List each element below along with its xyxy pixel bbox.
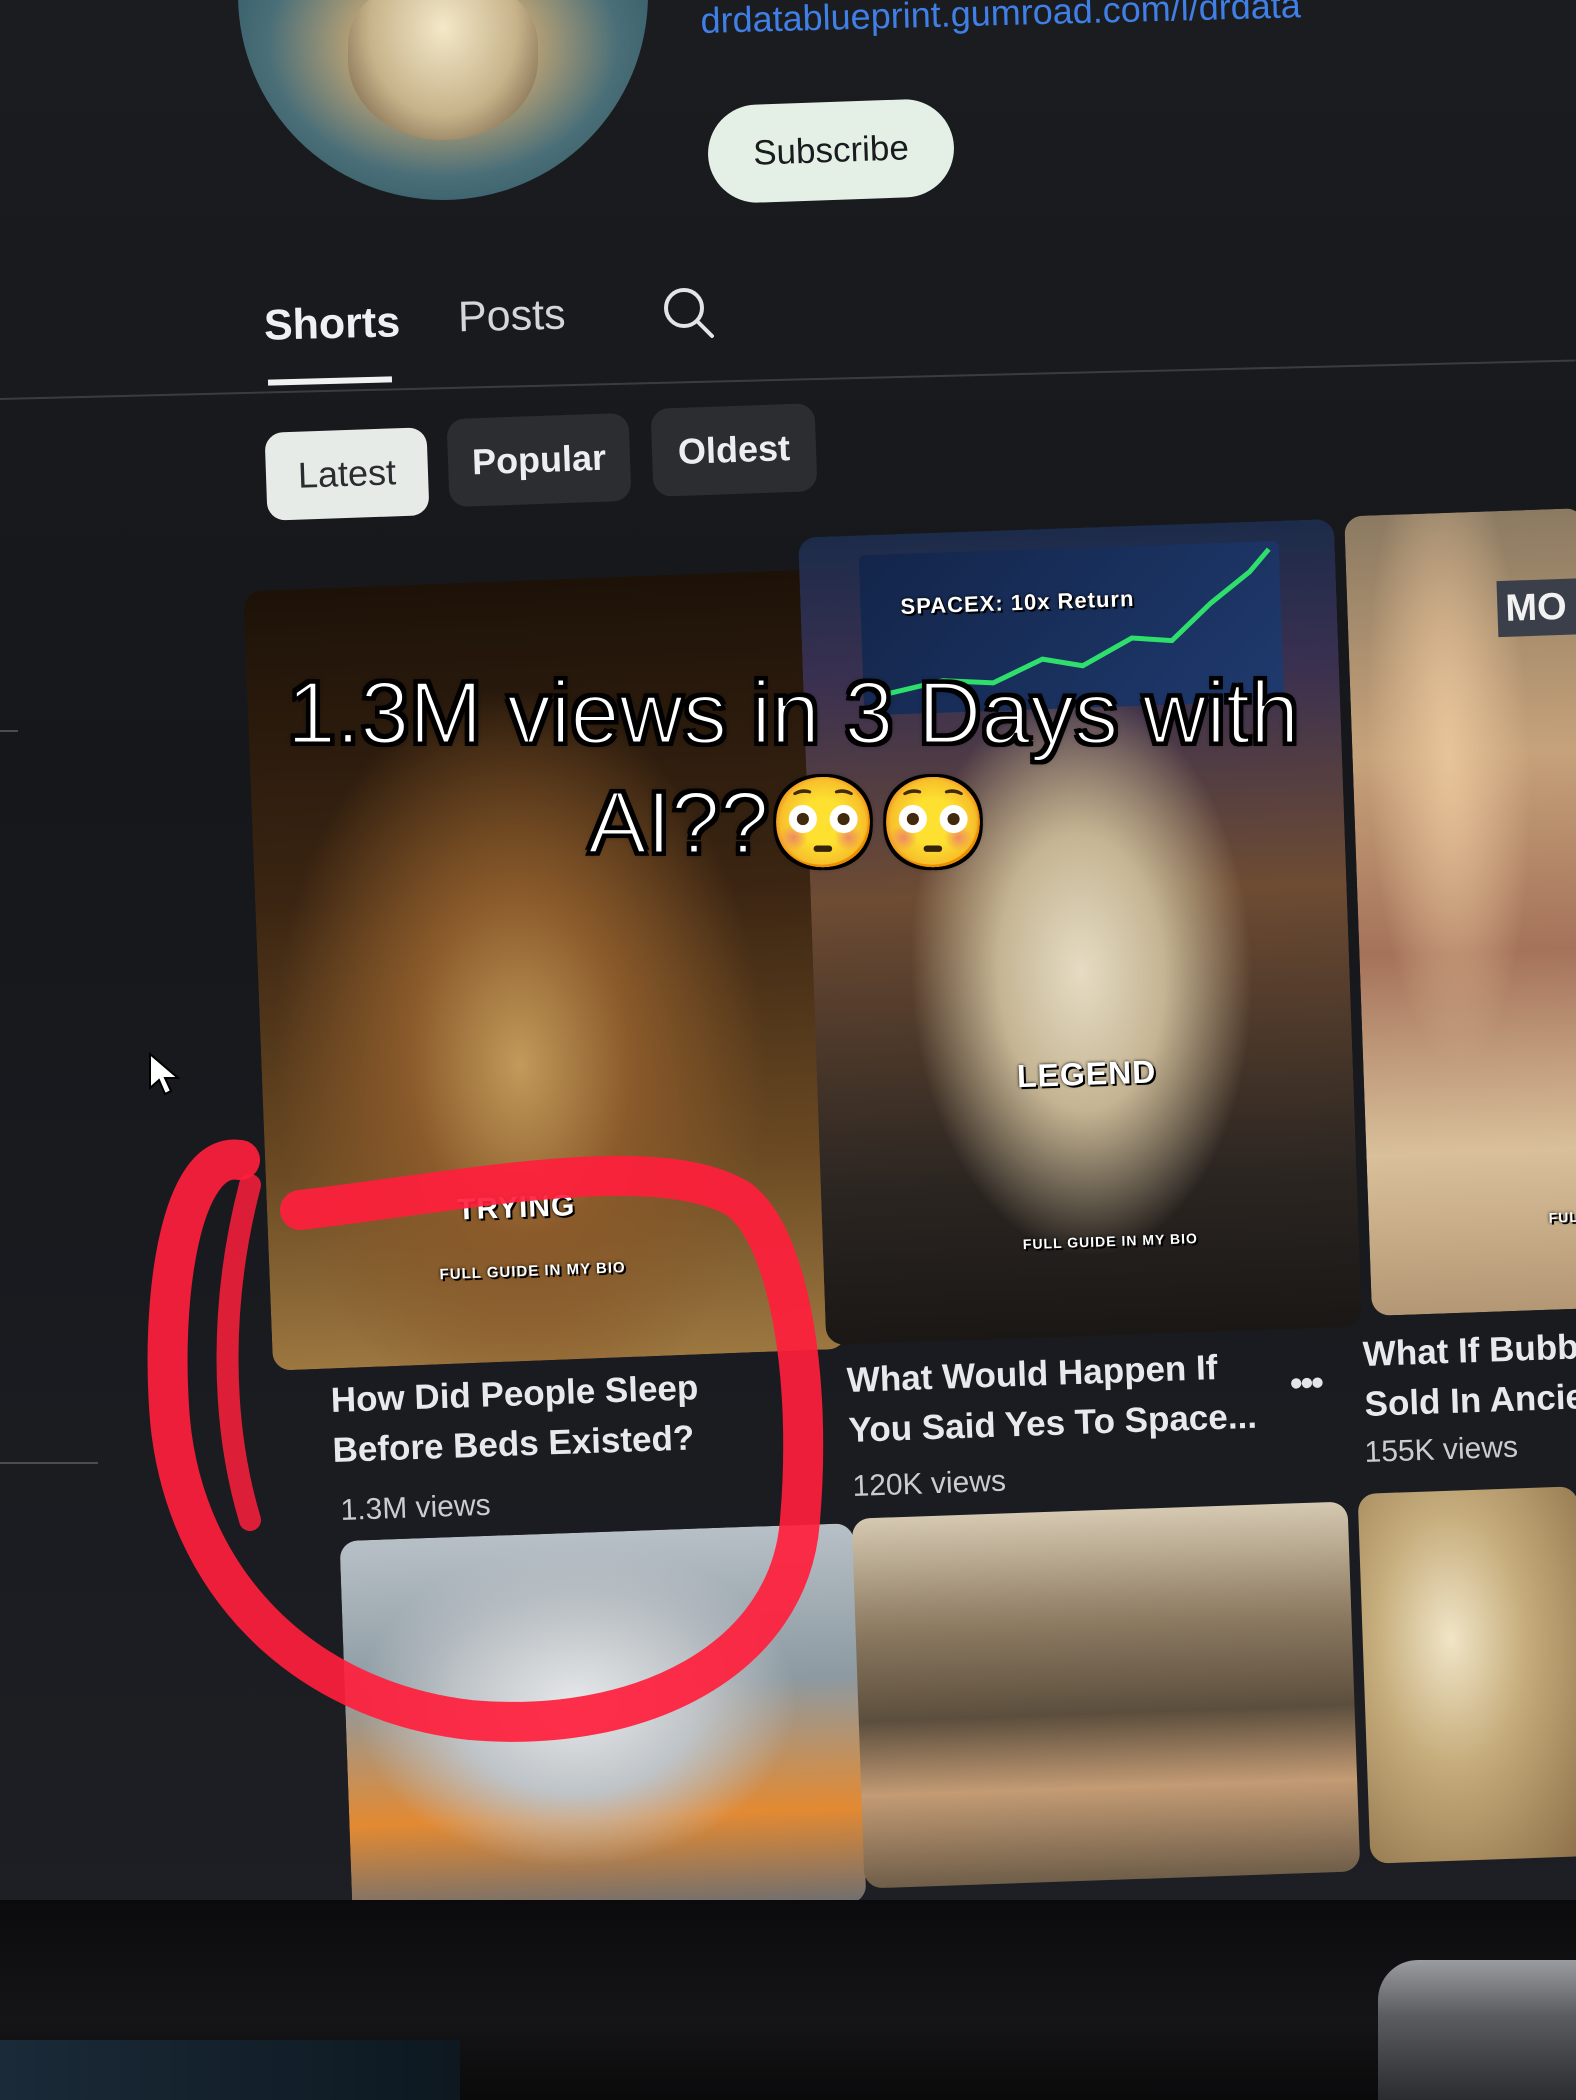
filter-latest[interactable]: Latest [264, 427, 430, 521]
video-thumbnail[interactable] [339, 1523, 867, 1921]
filter-popular[interactable]: Popular [446, 412, 632, 508]
thumbnail-overlay-text: LEGEND [1016, 1053, 1157, 1095]
video-views: 1.3M views [340, 1488, 492, 1527]
video-caption: 1.3M views in 3 Days with AI??😳😳 [0, 658, 1576, 878]
thumbnail-overlay-subtext: FULL GUIDE IN MY BIO [1022, 1230, 1199, 1253]
caption-line-1: 1.3M views in 3 Days with [285, 662, 1300, 764]
skull-image [348, 0, 538, 140]
video-title[interactable]: What If Bubb Sold In Ancie [1362, 1322, 1576, 1430]
video-title[interactable]: How Did People Sleep Before Beds Existed… [330, 1363, 701, 1476]
more-vert-icon[interactable]: ••• [1289, 1361, 1322, 1404]
video-thumbnail[interactable] [1357, 1486, 1576, 1864]
video-title-line: What If Bubb [1362, 1327, 1576, 1374]
video-title-line: What Would Happen If [846, 1348, 1219, 1400]
filter-oldest[interactable]: Oldest [650, 403, 818, 497]
subscribe-button[interactable]: Subscribe [706, 97, 956, 205]
video-title-line: Before Beds Existed? [331, 1418, 695, 1470]
search-icon[interactable] [658, 282, 716, 340]
video-title[interactable]: What Would Happen If You Said Yes To Spa… [846, 1342, 1258, 1456]
video-views: 155K views [1364, 1430, 1519, 1469]
caption-line-2: AI??😳😳 [586, 772, 989, 874]
video-thumbnail[interactable]: MO FULL [1344, 508, 1576, 1316]
tab-shorts[interactable]: Shorts [263, 298, 400, 351]
video-thumbnail[interactable] [851, 1501, 1361, 1889]
video-views: 120K views [852, 1464, 1007, 1503]
thumbnail-overlay-subtext: FULL GUIDE IN MY BIO [439, 1259, 626, 1284]
tab-posts[interactable]: Posts [457, 291, 566, 343]
thumbnail-overlay-subtext: FULL [1548, 1208, 1576, 1226]
sidebar-divider [0, 1462, 98, 1464]
thumbnail-overlay-text: TRYING [456, 1189, 576, 1227]
desk-edge [0, 2040, 460, 2100]
mouse-cursor-icon [149, 1052, 181, 1096]
thumbnail-overlay-text: MO [1496, 577, 1576, 638]
video-thumbnail[interactable]: SPACEX: 10x Return LEGEND FULL GUIDE IN … [798, 518, 1362, 1346]
drink-can [1378, 1960, 1576, 2100]
video-title-line: You Said Yes To Space... [847, 1396, 1258, 1450]
video-title-line: How Did People Sleep [330, 1368, 699, 1420]
video-title-line: Sold In Ancie [1363, 1377, 1576, 1424]
